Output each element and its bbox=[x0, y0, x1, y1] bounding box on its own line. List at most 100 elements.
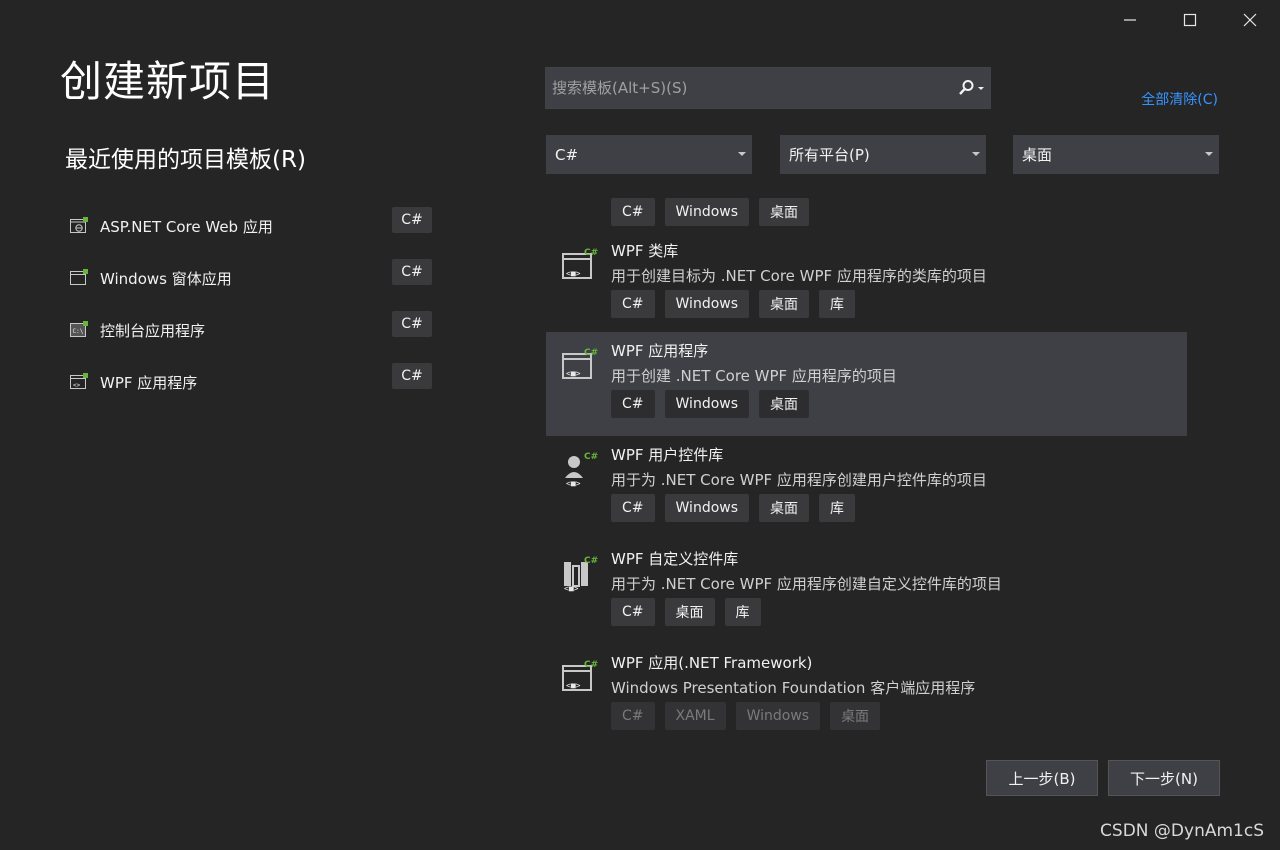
tag: 桌面 bbox=[759, 494, 810, 522]
language-badge: C# bbox=[392, 259, 432, 285]
svg-text:<■>: <■> bbox=[566, 479, 581, 488]
recent-item-console-app[interactable]: C:\ 控制台应用程序 C# bbox=[65, 304, 437, 356]
svg-text:C:\: C:\ bbox=[73, 328, 84, 335]
svg-text:C#: C# bbox=[584, 452, 598, 462]
tag: Windows bbox=[664, 198, 750, 226]
tag: Windows bbox=[735, 702, 821, 730]
watermark: CSDN @DynAm1cS bbox=[1100, 821, 1264, 841]
template-title: WPF 类库 bbox=[611, 242, 679, 260]
tag: Windows bbox=[664, 494, 750, 522]
tag: Windows bbox=[664, 390, 750, 418]
window-form-icon bbox=[68, 267, 90, 289]
project-type-filter-select[interactable]: 桌面 bbox=[1013, 135, 1219, 174]
template-list[interactable]: C# Windows 桌面 <■> C# WPF 类库 用于创建目标为 .NET… bbox=[546, 186, 1187, 734]
tag-list: C# Windows 桌面 库 bbox=[611, 290, 856, 318]
recent-item-windows-forms[interactable]: Windows 窗体应用 C# bbox=[65, 252, 437, 304]
tag: C# bbox=[611, 494, 655, 522]
project-type-filter-value: 桌面 bbox=[1022, 146, 1053, 164]
search-icon bbox=[959, 80, 984, 95]
template-title: WPF 应用程序 bbox=[611, 342, 709, 360]
tag: Windows bbox=[664, 290, 750, 318]
template-title: WPF 用户控件库 bbox=[611, 446, 724, 464]
wpf-app-icon: <■> C# bbox=[562, 348, 598, 379]
template-item-wpf-class-library[interactable]: <■> C# WPF 类库 用于创建目标为 .NET Core WPF 应用程序… bbox=[546, 232, 1187, 336]
tag: 库 bbox=[819, 494, 856, 522]
tag-list: C# 桌面 库 bbox=[611, 598, 761, 626]
search-input[interactable] bbox=[546, 68, 952, 108]
template-search bbox=[545, 67, 991, 109]
clear-all-link[interactable]: 全部清除(C) bbox=[1141, 89, 1218, 109]
tag-list: C# Windows 桌面 bbox=[611, 198, 810, 226]
svg-text:C#: C# bbox=[584, 660, 598, 670]
maximize-button[interactable] bbox=[1160, 0, 1220, 40]
template-title: WPF 应用(.NET Framework) bbox=[611, 654, 813, 672]
console-icon: C:\ bbox=[68, 319, 90, 341]
search-button[interactable] bbox=[952, 68, 990, 108]
recent-item-label: 控制台应用程序 bbox=[100, 321, 206, 340]
close-button[interactable] bbox=[1220, 0, 1280, 40]
tag: 桌面 bbox=[759, 290, 810, 318]
svg-text:C#: C# bbox=[584, 348, 598, 358]
tag: 桌面 bbox=[664, 598, 715, 626]
minimize-button[interactable] bbox=[1100, 0, 1160, 40]
template-title: WPF 自定义控件库 bbox=[611, 550, 739, 568]
recent-item-wpf-app[interactable]: <> WPF 应用程序 C# bbox=[65, 356, 437, 408]
window-controls bbox=[1100, 0, 1280, 40]
chevron-down-icon bbox=[972, 152, 980, 156]
svg-text:<■>: <■> bbox=[566, 269, 581, 278]
tag: 库 bbox=[724, 598, 761, 626]
tag: C# bbox=[611, 702, 655, 730]
minimize-icon bbox=[1124, 19, 1136, 21]
language-filter-select[interactable]: C# bbox=[546, 135, 752, 174]
tag: C# bbox=[611, 290, 655, 318]
tag: C# bbox=[611, 198, 655, 226]
template-item-wpf-custom-control-library[interactable]: <■> C# WPF 自定义控件库 用于为 .NET Core WPF 应用程序… bbox=[546, 540, 1187, 644]
template-item-wpf-app[interactable]: <■> C# WPF 应用程序 用于创建 .NET Core WPF 应用程序的… bbox=[546, 332, 1187, 436]
tag: 桌面 bbox=[830, 702, 881, 730]
svg-text:<■>: <■> bbox=[566, 369, 581, 378]
close-icon bbox=[1243, 13, 1257, 27]
tag: C# bbox=[611, 390, 655, 418]
template-description: 用于创建 .NET Core WPF 应用程序的项目 bbox=[611, 367, 897, 385]
language-filter-value: C# bbox=[555, 145, 579, 164]
wpf-custom-control-library-icon: <■> C# bbox=[564, 556, 598, 593]
template-description: 用于为 .NET Core WPF 应用程序创建用户控件库的项目 bbox=[611, 471, 987, 489]
svg-text:<■>: <■> bbox=[566, 681, 581, 690]
tag: 库 bbox=[819, 290, 856, 318]
tag-list: C# Windows 桌面 bbox=[611, 390, 810, 418]
tag: 桌面 bbox=[759, 198, 810, 226]
recent-templates-list: ASP.NET Core Web 应用 C# Windows 窗体应用 C# C… bbox=[65, 200, 437, 408]
web-app-icon bbox=[68, 215, 90, 237]
recent-item-label: WPF 应用程序 bbox=[100, 373, 198, 392]
recent-item-label: Windows 窗体应用 bbox=[100, 269, 232, 288]
tag: 桌面 bbox=[759, 390, 810, 418]
tag: XAML bbox=[664, 702, 726, 730]
svg-text:C#: C# bbox=[584, 556, 598, 566]
wpf-user-control-library-icon: <■> C# bbox=[565, 452, 598, 488]
platform-filter-select[interactable]: 所有平台(P) bbox=[780, 135, 986, 174]
chevron-down-icon bbox=[1205, 152, 1213, 156]
tag: C# bbox=[611, 598, 655, 626]
template-description: Windows Presentation Foundation 客户端应用程序 bbox=[611, 679, 976, 697]
chevron-down-icon bbox=[738, 152, 746, 156]
template-description: 用于为 .NET Core WPF 应用程序创建自定义控件库的项目 bbox=[611, 575, 1002, 593]
template-description: 用于创建目标为 .NET Core WPF 应用程序的类库的项目 bbox=[611, 267, 987, 285]
recent-item-label: ASP.NET Core Web 应用 bbox=[100, 217, 273, 236]
back-button[interactable]: 上一步(B) bbox=[986, 760, 1098, 796]
svg-text:<>: <> bbox=[73, 382, 81, 389]
wpf-class-library-icon: <■> C# bbox=[562, 248, 598, 279]
svg-text:<■>: <■> bbox=[564, 584, 579, 593]
svg-text:C#: C# bbox=[584, 248, 598, 258]
template-item-wpf-user-control-library[interactable]: <■> C# WPF 用户控件库 用于为 .NET Core WPF 应用程序创… bbox=[546, 436, 1187, 540]
page-title: 创建新项目 bbox=[60, 57, 276, 106]
recent-item-aspnet-core-web[interactable]: ASP.NET Core Web 应用 C# bbox=[65, 200, 437, 252]
wpf-app-icon: <> bbox=[68, 371, 90, 393]
language-badge: C# bbox=[392, 207, 432, 233]
recent-templates-heading: 最近使用的项目模板(R) bbox=[65, 147, 306, 173]
wpf-app-framework-icon: <■> C# bbox=[562, 660, 598, 691]
maximize-icon bbox=[1183, 13, 1197, 27]
template-item-wpf-app-framework[interactable]: <■> C# WPF 应用(.NET Framework) Windows Pr… bbox=[546, 644, 1187, 734]
next-button[interactable]: 下一步(N) bbox=[1108, 760, 1220, 796]
tag-list: C# Windows 桌面 库 bbox=[611, 494, 856, 522]
tag-list: C# XAML Windows 桌面 bbox=[611, 702, 881, 730]
